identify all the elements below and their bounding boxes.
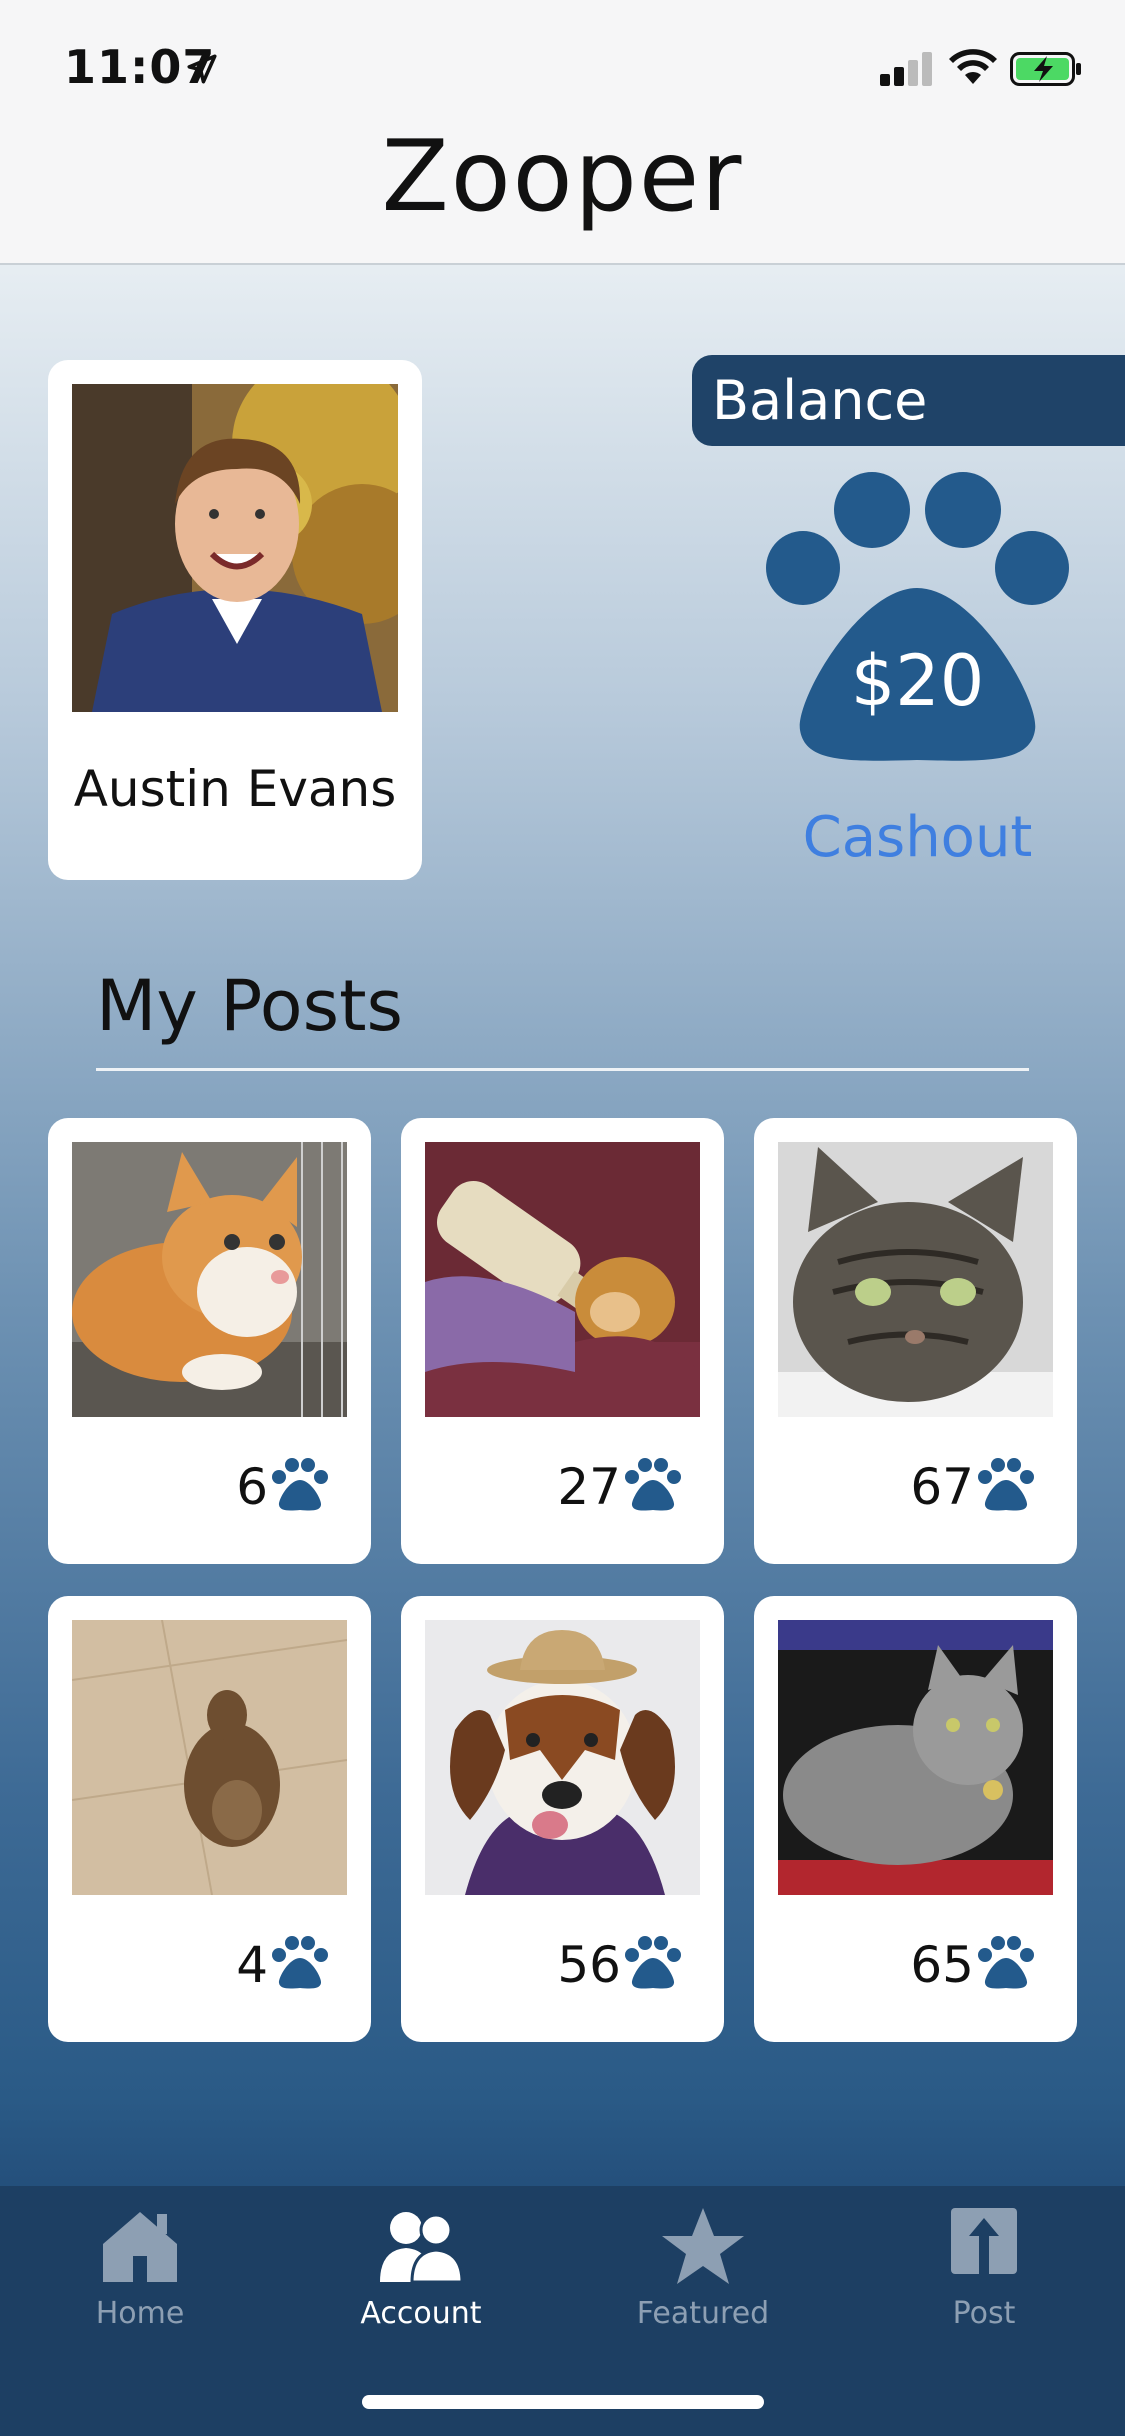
profile-photo [72,384,398,712]
post-image [72,1142,347,1417]
post-paw-count: 56 [557,1936,621,1994]
post-card[interactable]: 56 [401,1596,724,2042]
wifi-icon [949,49,997,84]
balance-amount: $20 [850,640,985,722]
location-arrow-icon [187,54,217,84]
post-paw-count: 4 [236,1936,268,1994]
post-image [778,1620,1053,1895]
post-card[interactable]: 67 [754,1118,1077,1564]
paw-balance-icon [766,472,1069,761]
tab-featured-label: Featured [636,2296,770,2331]
post-image [425,1620,700,1895]
tab-account-label: Account [360,2296,482,2331]
post-paw-count: 65 [910,1936,974,1994]
tab-featured[interactable]: Featured [593,2206,813,2346]
people-icon [380,2212,464,2284]
post-card[interactable]: 65 [754,1596,1077,2042]
cashout-link[interactable]: Cashout [760,805,1075,870]
tab-home-label: Home [95,2296,185,2331]
star-icon [662,2208,744,2284]
paw-icon[interactable] [272,1934,328,1990]
post-paw-count: 67 [910,1458,974,1516]
app-title: Zooper [381,120,744,234]
balance-header: Balance [692,355,1125,446]
paw-icon[interactable] [272,1456,328,1512]
post-image [778,1142,1053,1417]
navigation-bar: 11:07 Zooper [0,0,1125,265]
signal-icon [880,52,932,86]
tab-post[interactable]: Post [874,2206,1094,2346]
paw-icon[interactable] [978,1934,1034,1990]
upload-icon [951,2208,1017,2282]
posts-divider [96,1068,1029,1071]
post-image [425,1142,700,1417]
tab-post-label: Post [952,2296,1016,2331]
paw-icon[interactable] [978,1456,1034,1512]
balance-label: Balance [712,369,928,432]
post-image [72,1620,347,1895]
post-card[interactable]: 27 [401,1118,724,1564]
post-card[interactable]: 4 [48,1596,371,2042]
home-icon [103,2212,177,2282]
paw-icon[interactable] [625,1456,681,1512]
profile-name: Austin Evans [73,760,397,818]
tab-home[interactable]: Home [30,2206,250,2346]
home-indicator[interactable] [362,2395,764,2409]
paw-icon[interactable] [625,1934,681,1990]
post-paw-count: 6 [236,1458,268,1516]
tab-account[interactable]: Account [311,2206,531,2346]
post-card[interactable]: 6 [48,1118,371,1564]
my-posts-heading: My Posts [96,965,404,1047]
post-paw-count: 27 [557,1458,621,1516]
battery-charging-icon [1010,52,1081,86]
